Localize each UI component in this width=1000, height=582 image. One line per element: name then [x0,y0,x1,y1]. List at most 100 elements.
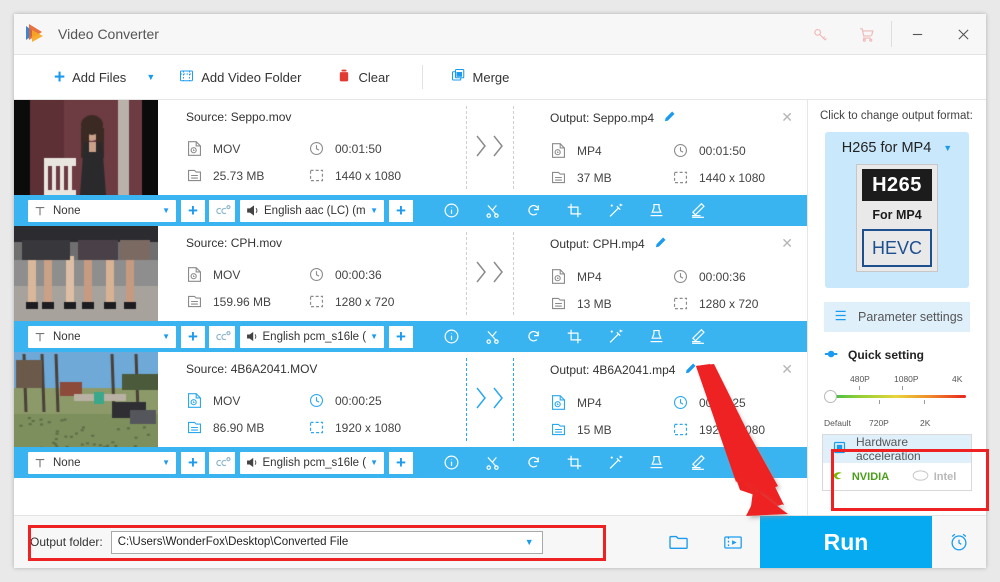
format-badge: H265 For MP4 HEVC [856,164,938,272]
cart-icon[interactable] [843,14,889,54]
add-audio-button[interactable]: + [389,452,413,474]
alarm-clock-button[interactable] [932,531,986,553]
output-filename: Output: 4B6A2041.mp4 [550,362,807,378]
output-format-box[interactable]: H265 for MP4 ▼ H265 For MP4 HEVC [825,132,969,288]
audio-track-value: English pcm_s16le ( [263,331,367,343]
add-video-folder-button[interactable]: Add Video Folder [169,55,311,99]
remove-file-button[interactable]: ✕ [781,110,793,124]
add-subtitle-button[interactable]: + [181,200,205,222]
run-button[interactable]: Run [760,516,932,568]
merge-button[interactable]: Merge [441,55,520,99]
main-body: Source: Seppo.mov MOV 25.73 MB 00:01:50 … [14,100,986,515]
output-format: MP4 [550,137,672,164]
file-card[interactable]: Source: Seppo.mov MOV 25.73 MB 00:01:50 … [14,100,807,226]
video-thumbnail[interactable] [14,352,158,447]
source-format: MOV [186,261,308,288]
file-card[interactable]: Source: CPH.mov MOV 159.96 MB 00:00:36 1… [14,226,807,352]
file-card[interactable]: Source: 4B6A2041.MOV MOV 86.90 MB 00:00:… [14,352,807,478]
video-thumbnail[interactable] [14,226,158,321]
add-subtitle-button[interactable]: + [181,452,205,474]
closed-caption-button[interactable] [209,326,235,348]
chevron-down-icon[interactable]: ▼ [521,537,538,547]
slider-track[interactable] [828,395,966,398]
slider-label-4k: 4K [952,374,962,384]
subtitle-dropdown[interactable]: None ▼ [28,200,176,222]
add-files-dropdown-icon[interactable]: ▼ [146,72,155,82]
slider-knob[interactable] [824,390,837,403]
quality-slider[interactable]: 480P 1080P 4K Default 720P 2K [824,374,970,418]
key-icon[interactable] [797,14,843,54]
trim-icon[interactable] [472,321,513,352]
chevron-down-icon[interactable]: ▼ [162,458,170,467]
parameter-settings-button[interactable]: Parameter settings [824,302,970,332]
file-list[interactable]: Source: Seppo.mov MOV 25.73 MB 00:01:50 … [14,100,808,515]
effects-icon[interactable] [595,447,636,478]
video-thumbnail[interactable] [14,100,158,195]
crop-icon[interactable] [554,195,595,226]
rename-pencil-icon[interactable] [684,362,697,378]
media-library-button[interactable] [706,534,760,551]
edit-icon[interactable] [677,195,718,226]
file-action-strip: None ▼ + English pcm_s16le ( ▼ + [14,447,807,478]
effects-icon[interactable] [595,321,636,352]
nvidia-button[interactable]: NVIDIA [823,463,897,490]
watermark-icon[interactable] [636,321,677,352]
rotate-icon[interactable] [513,321,554,352]
output-folder-input[interactable]: C:\Users\WonderFox\Desktop\Converted Fil… [111,531,543,554]
closed-caption-button[interactable] [209,200,235,222]
badge-codec: H265 [862,169,932,201]
chevron-down-icon[interactable]: ▼ [162,206,170,215]
chevron-down-icon[interactable]: ▼ [370,458,378,467]
trim-icon[interactable] [472,447,513,478]
edit-icon[interactable] [677,321,718,352]
add-audio-button[interactable]: + [389,326,413,348]
source-size: 86.90 MB [186,414,308,441]
file-row[interactable]: Source: Seppo.mov MOV 25.73 MB 00:01:50 … [14,100,807,195]
open-folder-button[interactable] [652,533,706,551]
source-info: Source: Seppo.mov MOV 25.73 MB 00:01:50 … [158,100,458,195]
close-button[interactable] [940,14,986,54]
watermark-icon[interactable] [636,195,677,226]
watermark-icon[interactable] [636,447,677,478]
subtitle-dropdown[interactable]: None ▼ [28,452,176,474]
audio-track-dropdown[interactable]: English pcm_s16le ( ▼ [240,452,384,474]
remove-file-button[interactable]: ✕ [781,236,793,250]
info-icon[interactable] [431,195,472,226]
chevron-down-icon[interactable]: ▼ [370,332,378,341]
file-row[interactable]: Source: CPH.mov MOV 159.96 MB 00:00:36 1… [14,226,807,321]
remove-file-button[interactable]: ✕ [781,362,793,376]
chevron-down-icon[interactable]: ▼ [943,143,952,153]
add-audio-button[interactable]: + [389,200,413,222]
hardware-acceleration-header[interactable]: Hardware acceleration [823,435,971,463]
clear-button[interactable]: Clear [327,55,399,99]
audio-track-dropdown[interactable]: English pcm_s16le ( ▼ [240,326,384,348]
format-header[interactable]: H265 for MP4 ▼ [825,132,969,164]
add-subtitle-button[interactable]: + [181,326,205,348]
chevron-down-icon[interactable]: ▼ [370,206,378,215]
rename-pencil-icon[interactable] [663,110,676,126]
audio-track-dropdown[interactable]: English aac (LC) (m ▼ [240,200,384,222]
source-info: Source: CPH.mov MOV 159.96 MB 00:00:36 1… [158,226,458,321]
rotate-icon[interactable] [513,447,554,478]
chevron-right-icon [474,385,489,414]
info-icon[interactable] [431,447,472,478]
crop-icon[interactable] [554,447,595,478]
subtitle-dropdown[interactable]: None ▼ [28,326,176,348]
trim-icon[interactable] [472,195,513,226]
add-files-button[interactable]: + Add Files [44,55,136,99]
intel-button[interactable]: Intel [897,463,971,490]
chevron-down-icon[interactable]: ▼ [162,332,170,341]
output-folder-group: Output folder: C:\Users\WonderFox\Deskto… [30,531,652,554]
info-icon[interactable] [431,321,472,352]
crop-icon[interactable] [554,321,595,352]
output-size: 13 MB [550,290,672,317]
output-resolution: 1280 x 720 [672,290,808,317]
edit-icon[interactable] [677,447,718,478]
rotate-icon[interactable] [513,195,554,226]
rename-pencil-icon[interactable] [654,236,667,252]
output-duration: 00:00:36 [672,263,808,290]
minimize-button[interactable] [894,14,940,54]
closed-caption-button[interactable] [209,452,235,474]
effects-icon[interactable] [595,195,636,226]
file-row[interactable]: Source: 4B6A2041.MOV MOV 86.90 MB 00:00:… [14,352,807,447]
